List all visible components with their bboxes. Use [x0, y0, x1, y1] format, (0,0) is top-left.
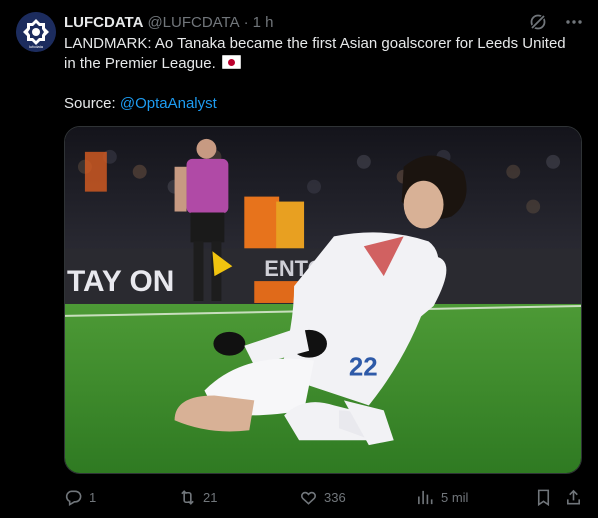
japan-flag-emoji [221, 55, 241, 69]
timestamp[interactable]: 1 h [253, 14, 274, 31]
avatar[interactable]: lufcdata [16, 12, 56, 52]
reply-button[interactable]: 1 [64, 485, 96, 509]
view-count: 5 mil [441, 489, 469, 505]
like-button[interactable]: 336 [299, 485, 346, 509]
repost-count: 21 [203, 489, 218, 505]
repost-icon [181, 489, 194, 505]
bookmark-button[interactable] [534, 485, 553, 509]
display-name[interactable]: LUFCDATA [64, 14, 143, 31]
grok-icon[interactable] [528, 12, 548, 32]
source-label: Source: [64, 95, 120, 112]
like-count: 336 [324, 489, 346, 505]
ad-board-text: TAY ON [67, 265, 174, 298]
avatar-wordmark: lufcdata [29, 44, 44, 49]
user-handle[interactable]: @LUFCDATA [147, 14, 239, 31]
source-link[interactable]: @OptaAnalyst [120, 95, 217, 112]
tweet-actions: 1 21 336 5 mil [64, 485, 584, 509]
bookmark-icon [537, 489, 550, 506]
club-crest-logo: lufcdata [16, 12, 56, 52]
like-icon [301, 491, 316, 505]
views-icon [418, 490, 433, 504]
tweet-photo[interactable]: TAY ON ENTO 22 [64, 126, 582, 474]
photo-player-knee-slide: TAY ON ENTO 22 [65, 127, 581, 473]
share-button[interactable] [564, 485, 583, 509]
reply-icon [65, 490, 82, 506]
views-button[interactable]: 5 mil [416, 485, 468, 509]
tweet-top-actions [528, 12, 584, 32]
repost-button[interactable]: 21 [178, 485, 217, 509]
reply-count: 1 [89, 489, 97, 505]
tweet-body: LANDMARK: Ao Tanaka became the first Asi… [64, 35, 566, 72]
more-icon[interactable] [564, 12, 584, 32]
shirt-number: 22 [349, 354, 378, 382]
tweet-text: LANDMARK: Ao Tanaka became the first Asi… [64, 34, 579, 114]
share-icon [566, 489, 581, 504]
tweet-header: LUFCDATA @LUFCDATA · 1 h [64, 12, 273, 32]
separator-dot: · [243, 13, 249, 31]
